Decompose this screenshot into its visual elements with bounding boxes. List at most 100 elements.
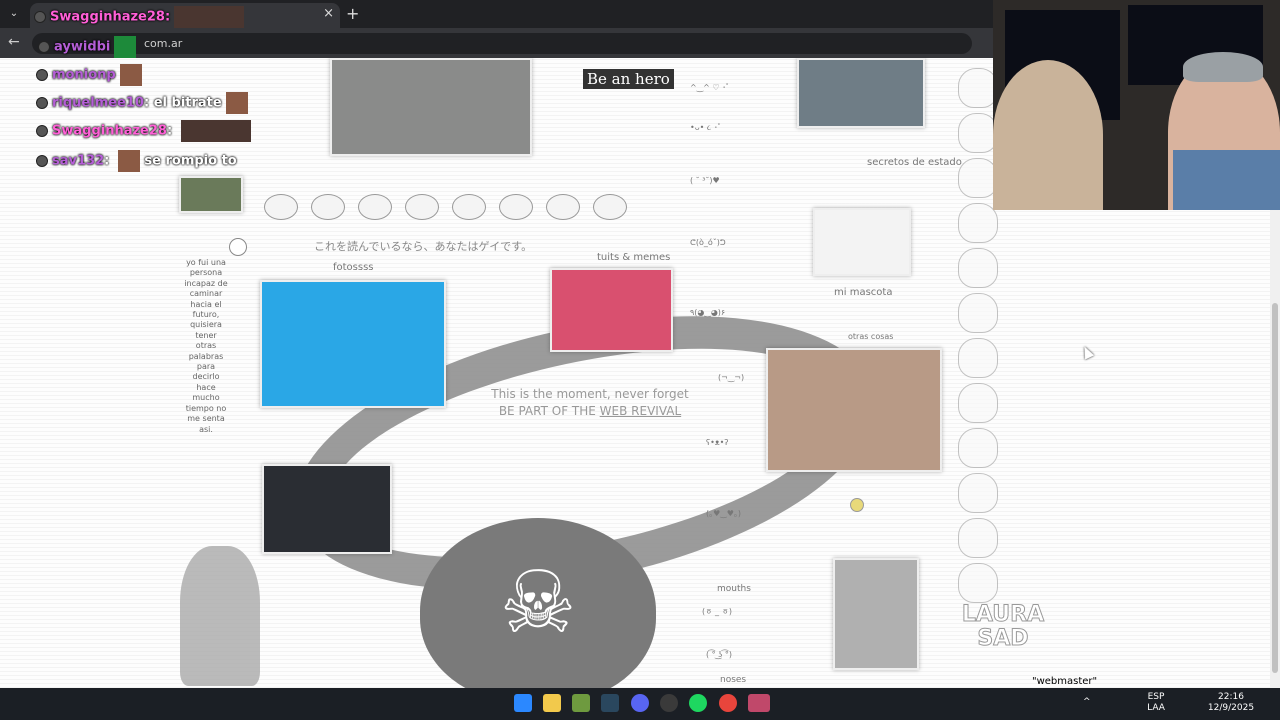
url-text: com.ar bbox=[144, 37, 183, 50]
side-poem: yo fui una persona incapaz de caminar ha… bbox=[184, 258, 228, 434]
chat-text: se rompio to bbox=[144, 153, 237, 169]
smurf-webpage-image[interactable] bbox=[260, 280, 446, 408]
clock-time: 22:16 bbox=[1218, 692, 1244, 702]
chat-emote bbox=[225, 92, 248, 114]
trollface-icon bbox=[358, 194, 392, 220]
cat-doodle-icon bbox=[958, 293, 998, 333]
chat-message: monionp bbox=[36, 64, 142, 86]
robot-dog-image[interactable] bbox=[813, 208, 911, 276]
web-revival-block: This is the moment, never forget BE PART… bbox=[470, 386, 710, 420]
webmaster-label[interactable]: "webmaster" bbox=[1032, 676, 1097, 687]
trollface-icon bbox=[264, 194, 298, 220]
fotos-label[interactable]: fotossss bbox=[333, 262, 374, 273]
badges-grid[interactable] bbox=[833, 558, 919, 670]
collage-image[interactable] bbox=[330, 58, 532, 156]
close-tab-icon[interactable]: × bbox=[323, 6, 334, 21]
file-explorer-icon[interactable] bbox=[543, 694, 561, 712]
cat-doodle-icon bbox=[958, 428, 998, 468]
lang-top: ESP bbox=[1147, 692, 1165, 702]
skull-crossbones-icon: ☠ bbox=[499, 553, 577, 653]
moment-prefix: BE PART OF THE bbox=[498, 404, 600, 418]
webcam-overlay bbox=[993, 0, 1280, 210]
chat-message: Swagginhaze28: bbox=[36, 120, 251, 142]
scrollbar-thumb[interactable] bbox=[1272, 303, 1278, 673]
anime-gif[interactable] bbox=[179, 176, 243, 213]
trollface-icon bbox=[499, 194, 533, 220]
screen: ⌄ × + ← com.ar ☠ Be an hero これを読んでいるなら、あ… bbox=[0, 0, 1280, 720]
be-an-hero-label: Be an hero bbox=[583, 69, 674, 89]
kaomoji-item: ^‿^ ♡ ･ﾟ bbox=[690, 83, 731, 92]
chat-message: Swagginhaze28: bbox=[34, 6, 245, 28]
new-tab-icon[interactable]: + bbox=[346, 4, 359, 23]
chat-avatar bbox=[34, 11, 46, 23]
chat-emote bbox=[119, 64, 142, 86]
moment-line2: BE PART OF THE WEB REVIVAL bbox=[470, 403, 710, 420]
language-indicator[interactable]: ESP LAA bbox=[1144, 692, 1168, 714]
kaomoji-item: ʕ•ᴥ•ʔ bbox=[706, 438, 729, 447]
noses-label[interactable]: noses bbox=[720, 675, 746, 685]
otras-cosas-label[interactable]: otras cosas bbox=[848, 332, 893, 341]
steam-icon[interactable] bbox=[601, 694, 619, 712]
mouths-label[interactable]: mouths bbox=[717, 584, 751, 594]
trollface-icon bbox=[311, 194, 345, 220]
trollface-icon bbox=[405, 194, 439, 220]
tuits-image[interactable] bbox=[550, 268, 673, 352]
kaomoji-item: ( ͡° ͜ʖ ͡°) bbox=[706, 650, 732, 659]
address-bar-row: ← com.ar bbox=[0, 28, 993, 58]
moment-line1: This is the moment, never forget bbox=[491, 387, 689, 401]
tab-menu-icon[interactable]: ⌄ bbox=[6, 6, 22, 22]
url-field[interactable]: com.ar bbox=[32, 33, 972, 54]
webcam-hat bbox=[1183, 52, 1263, 82]
active-app-icon[interactable] bbox=[748, 694, 770, 712]
otras-cosas-image[interactable] bbox=[766, 348, 942, 472]
laura-sad-logo[interactable]: LAURA SAD bbox=[948, 602, 1058, 651]
sad-face-icon bbox=[229, 238, 247, 256]
discord-icon[interactable] bbox=[631, 694, 649, 712]
kaomoji-item: ᕦ(ò_óˇ)ᕤ bbox=[690, 238, 726, 247]
chat-emote bbox=[117, 150, 140, 172]
chat-avatar bbox=[38, 41, 50, 53]
lang-bottom: LAA bbox=[1147, 703, 1165, 713]
back-arrow-icon[interactable]: ← bbox=[8, 34, 20, 50]
trollface-icon bbox=[593, 194, 627, 220]
chat-message: riquelmee10: el bitrate bbox=[36, 92, 248, 114]
chrome-icon[interactable] bbox=[719, 694, 737, 712]
violinist-figure bbox=[180, 546, 260, 686]
chat-username: sav132 bbox=[52, 153, 105, 169]
trollface-icon bbox=[452, 194, 486, 220]
chat-username: Swagginhaze28: bbox=[50, 9, 171, 25]
kaomoji-item: •ᴗ• ૮ ･ﾟ bbox=[690, 123, 722, 132]
obs-icon[interactable] bbox=[660, 694, 678, 712]
video-thumbnail[interactable] bbox=[262, 464, 392, 554]
secretos-image[interactable] bbox=[797, 58, 925, 128]
cat-doodle-icon bbox=[958, 383, 998, 423]
chat-message: sav132: se rompio to bbox=[36, 150, 237, 172]
cat-doodle-icon bbox=[958, 248, 998, 288]
minecraft-icon[interactable] bbox=[572, 694, 590, 712]
cat-doodle-icon bbox=[958, 473, 998, 513]
kaomoji-item: (¬‿¬) bbox=[718, 373, 745, 382]
chat-username: riquelmee10 bbox=[52, 95, 144, 111]
chat-message: aywidbi bbox=[38, 36, 137, 58]
chat-avatar bbox=[36, 125, 48, 137]
clock-date: 12/9/2025 bbox=[1207, 703, 1255, 713]
secretos-label[interactable]: secretos de estado bbox=[867, 157, 962, 168]
web-revival-link[interactable]: WEB REVIVAL bbox=[600, 404, 682, 418]
chat-avatar bbox=[36, 155, 48, 167]
spotify-icon[interactable] bbox=[689, 694, 707, 712]
cat-doodle-icon bbox=[958, 518, 998, 558]
cat-doodle-icon bbox=[958, 203, 998, 243]
chat-emote bbox=[180, 120, 251, 142]
kaomoji-item: ٩(◕‿◕)۶ bbox=[690, 308, 726, 317]
tray-overflow-icon[interactable]: ^ bbox=[1083, 697, 1091, 708]
chat-username: aywidbi bbox=[54, 39, 111, 55]
webcam-shirt bbox=[1173, 150, 1280, 210]
webcam-person-left bbox=[993, 60, 1103, 210]
clock[interactable]: 22:16 12/9/2025 bbox=[1206, 692, 1256, 714]
start-icon[interactable] bbox=[514, 694, 532, 712]
chat-avatar bbox=[36, 97, 48, 109]
chat-emote bbox=[174, 6, 245, 28]
cat-doodle-icon bbox=[958, 158, 998, 198]
tuits-label[interactable]: tuits & memes bbox=[597, 252, 670, 263]
mascota-label[interactable]: mi mascota bbox=[834, 287, 892, 298]
